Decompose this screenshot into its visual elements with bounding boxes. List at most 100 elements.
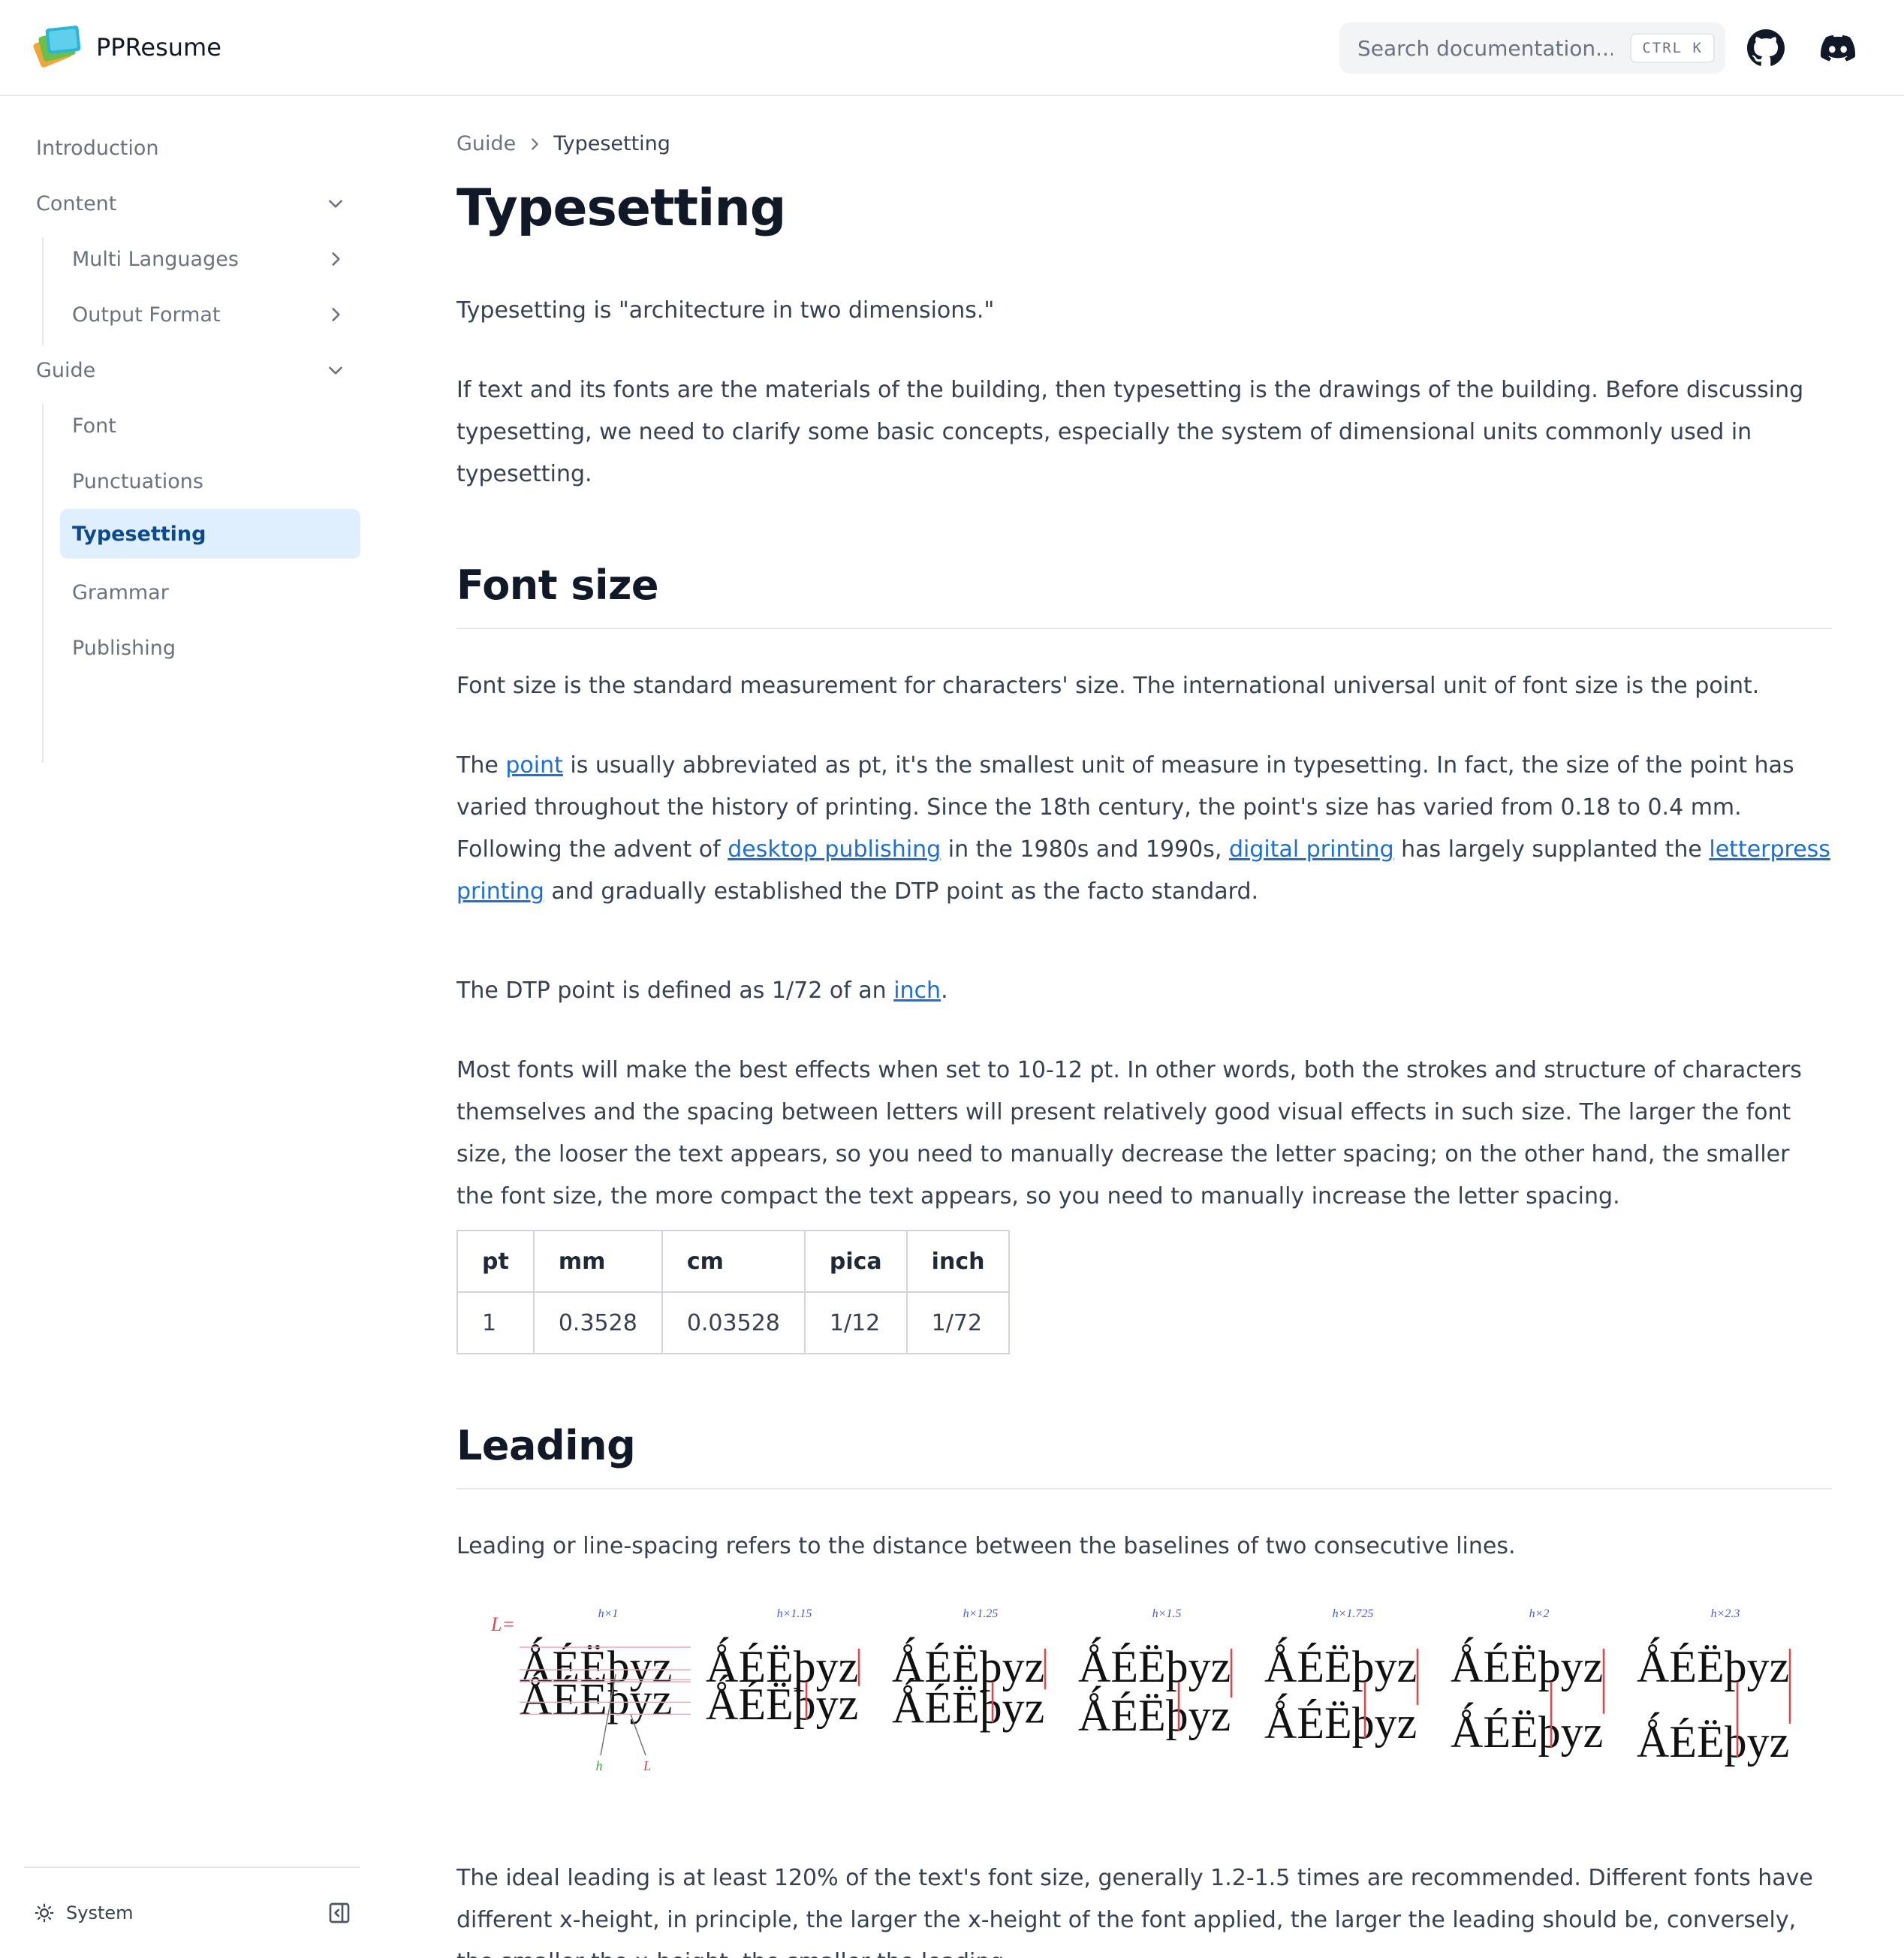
multiplier-label: h×2 [1529, 1607, 1550, 1620]
tree-guide-line [42, 404, 44, 763]
multiplier-label: h×1 [598, 1607, 619, 1620]
sidebar-item-punctuations[interactable]: Punctuations [60, 456, 360, 506]
leading-label: L= [490, 1613, 515, 1635]
heading-divider [456, 628, 1832, 629]
text-run: The [456, 752, 506, 779]
table-header-cell: mm [532, 1230, 663, 1293]
font-size-paragraph-4: Most fonts will make the best effects wh… [456, 1057, 1802, 1209]
sidebar-item-publishing[interactable]: Publishing [60, 623, 360, 673]
section-heading-leading: Leading [456, 1422, 636, 1469]
link-digital-printing[interactable]: digital printing [1229, 836, 1394, 863]
intro-paragraph-2: If text and its fonts are the materials … [456, 377, 1804, 487]
table-cell: 0.03528 [661, 1291, 806, 1354]
sidebar-item-label: Content [36, 191, 117, 215]
sample-line-2: ǺÉËþyz [892, 1678, 1044, 1732]
table-header-cell: cm [661, 1230, 806, 1293]
table-cell: 1/12 [803, 1291, 908, 1354]
chevron-right-icon [332, 308, 340, 321]
top-navigation-bar: PPResume CTRL K [0, 0, 1904, 96]
sidebar-item-multi-languages[interactable]: Multi Languages [60, 234, 360, 284]
chevron-right-icon [532, 137, 539, 150]
leading-paragraph-2: The ideal leading is at least 120% of th… [456, 1865, 1813, 1958]
table-cell: 0.3528 [532, 1291, 663, 1354]
multiplier-label: h×1.5 [1152, 1607, 1182, 1620]
legend-L: L [643, 1758, 651, 1773]
ppresume-logo-icon[interactable] [33, 23, 86, 72]
search-box[interactable]: CTRL K [1339, 23, 1725, 74]
font-size-paragraph-2: The point is usually abbreviated as pt, … [456, 745, 1832, 913]
github-icon[interactable] [1745, 27, 1787, 69]
link-point[interactable]: point [505, 752, 563, 779]
section-heading-font-size: Font size [456, 562, 659, 609]
table-header-row: pt mm cm pica inch [456, 1230, 1011, 1293]
legend-h: h [596, 1758, 603, 1773]
theme-switcher[interactable]: System [35, 1898, 134, 1928]
multiplier-label: h×2.3 [1711, 1607, 1740, 1620]
link-desktop-publishing[interactable]: desktop publishing [728, 836, 941, 863]
sample-line-2: ǺÉËþyz [1264, 1694, 1417, 1748]
sidebar-item-font[interactable]: Font [60, 401, 360, 450]
text-run: has largely supplanted the [1393, 836, 1710, 863]
page-title: Typesetting [456, 179, 786, 238]
text-run: The DTP point is defined as 1/72 of an [456, 977, 894, 1004]
font-size-paragraph-3: The DTP point is defined as 1/72 of an i… [456, 970, 1832, 1012]
sidebar-item-label: Guide [36, 358, 96, 382]
chevron-right-icon [332, 252, 340, 266]
table-header-cell: pica [803, 1230, 908, 1293]
leading-diagram: L= h×1ǺÉËþyzǺÉËþyzh Lh×1.15ǺÉËþyzǺÉËþyzh×1… [490, 1607, 1791, 1773]
sidebar-footer-divider [24, 1866, 360, 1868]
leading-paragraph-1: Leading or line-spacing refers to the di… [456, 1533, 1516, 1559]
multiplier-label: h×1.25 [963, 1607, 999, 1620]
chevron-down-icon [329, 366, 342, 375]
sidebar-item-label: Introduction [36, 136, 159, 160]
breadcrumb: Guide Typesetting [456, 132, 670, 155]
sidebar-item-label: Output Format [72, 303, 221, 327]
sidebar-item-introduction[interactable]: Introduction [24, 123, 360, 173]
sample-line-2: ǺÉËþyz [1078, 1686, 1231, 1740]
sample-line-2: ǺÉËþyz [1451, 1703, 1603, 1757]
tree-guide-line [42, 237, 44, 345]
table-row: 1 0.3528 0.03528 1/12 1/72 [456, 1291, 1011, 1354]
intro-paragraph: Typesetting is "architecture in two dime… [456, 297, 995, 324]
theme-label: System [66, 1902, 134, 1923]
sidebar-item-label: Multi Languages [72, 247, 239, 271]
sun-icon [35, 1903, 54, 1923]
table-header-cell: inch [905, 1230, 1011, 1293]
sidebar-item-output-format[interactable]: Output Format [60, 290, 360, 339]
sample-line-1: ǺÉËþyz [1637, 1637, 1789, 1691]
sidebar-navigation: Introduction Content Multi Languages Out… [0, 98, 375, 1958]
breadcrumb-current: Typesetting [553, 132, 670, 155]
table-cell: 1 [456, 1291, 535, 1354]
table-header-cell: pt [456, 1230, 535, 1293]
multiplier-label: h×1.15 [777, 1607, 812, 1620]
sample-line-1: ǺÉËþyz [1451, 1637, 1603, 1691]
discord-icon[interactable] [1817, 27, 1859, 69]
sidebar-item-label: Typesetting [72, 522, 206, 546]
text-run: in the 1980s and 1990s, [941, 836, 1229, 863]
search-input[interactable] [1357, 33, 1613, 63]
heading-divider [456, 1488, 1832, 1490]
collapse-sidebar-icon[interactable] [327, 1901, 351, 1925]
sidebar-item-label: Grammar [72, 580, 169, 604]
brand-name[interactable]: PPResume [96, 33, 221, 62]
multiplier-label: h×1.725 [1333, 1607, 1374, 1620]
sidebar-item-guide[interactable]: Guide [24, 345, 360, 395]
breadcrumb-link-guide[interactable]: Guide [456, 132, 516, 155]
sample-line-1: ǺÉËþyz [1264, 1637, 1417, 1691]
units-table: pt mm cm pica inch 1 0.3528 0.03528 1/12… [456, 1230, 1011, 1354]
sidebar-item-grammar[interactable]: Grammar [60, 568, 360, 617]
text-run: . [941, 977, 948, 1004]
keyboard-shortcut-hint: CTRL K [1630, 33, 1715, 63]
sample-line-1: ǺÉËþyz [1078, 1637, 1231, 1691]
sidebar-item-label: Publishing [72, 636, 176, 660]
text-run: and gradually established the DTP point … [544, 878, 1259, 905]
sidebar-item-content[interactable]: Content [24, 179, 360, 228]
sample-line-2: ǺÉËþyz [520, 1670, 672, 1724]
table-cell: 1/72 [905, 1291, 1011, 1354]
chevron-down-icon [329, 200, 342, 208]
sample-line-2: ǺÉËþyz [706, 1675, 858, 1729]
font-size-paragraph-1: Font size is the standard measurement fo… [456, 673, 1760, 699]
sidebar-item-label: Punctuations [72, 469, 203, 493]
sidebar-item-typesetting[interactable]: Typesetting [60, 509, 360, 559]
link-inch[interactable]: inch [893, 977, 941, 1004]
